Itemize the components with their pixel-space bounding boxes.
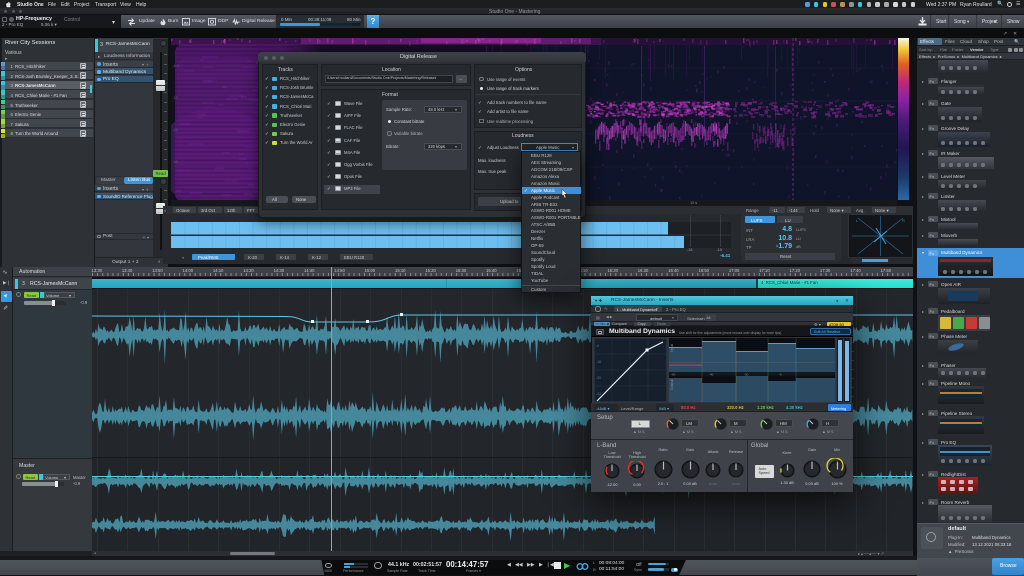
svg-text:-60: -60 xyxy=(671,373,676,377)
svg-text:R: R xyxy=(902,218,905,223)
svg-text:-18: -18 xyxy=(596,360,601,364)
svg-text:-6: -6 xyxy=(779,373,782,377)
svg-text:-42: -42 xyxy=(596,392,601,396)
svg-text:-30: -30 xyxy=(596,376,601,380)
svg-text:-20: -20 xyxy=(744,373,749,377)
svg-text:-6: -6 xyxy=(596,344,599,348)
svg-text:-40: -40 xyxy=(709,373,714,377)
